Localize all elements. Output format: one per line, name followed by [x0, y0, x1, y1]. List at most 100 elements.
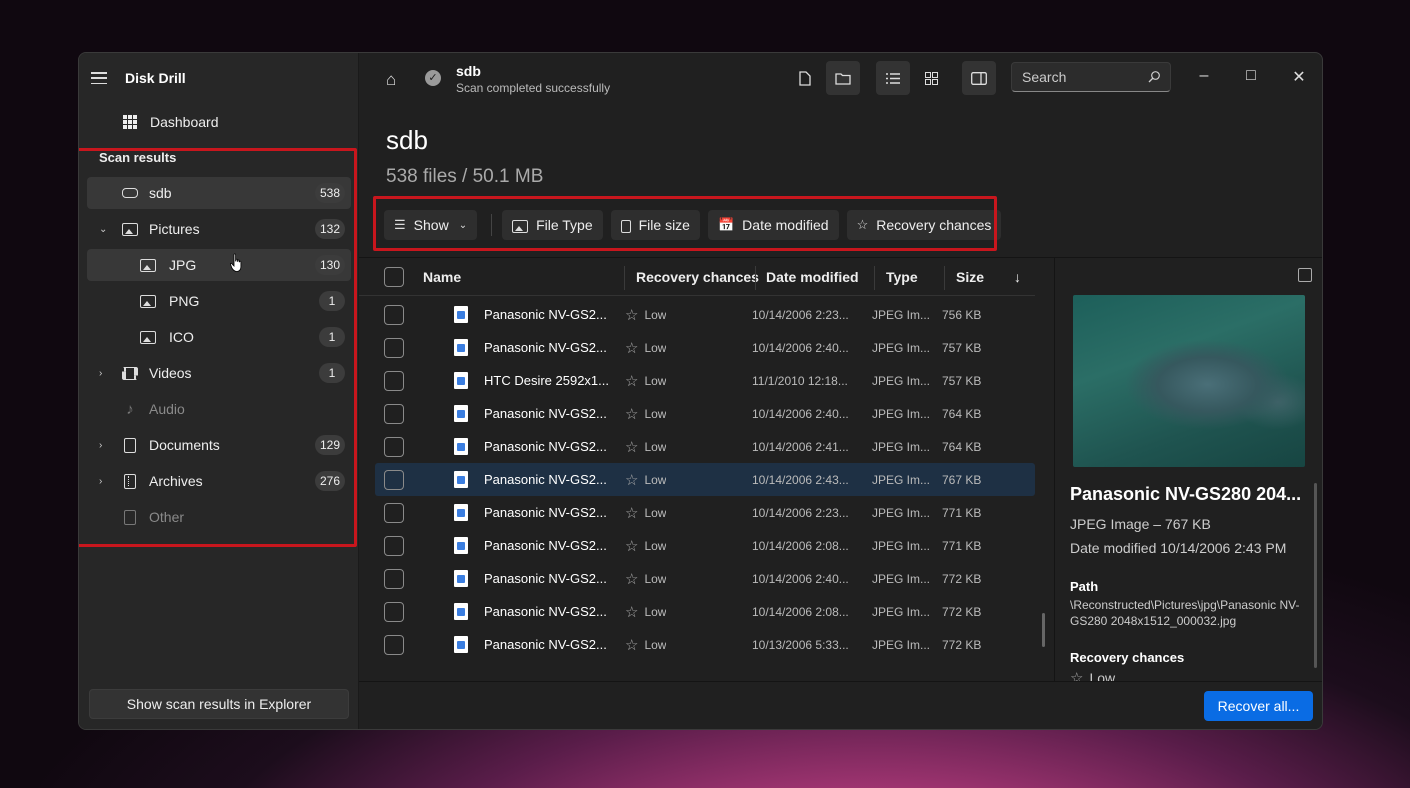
- date-modified: 10/13/2006 5:33...: [752, 637, 849, 652]
- recover-all-button[interactable]: Recover all...: [1204, 691, 1313, 721]
- file-summary: 538 files / 50.1 MB: [386, 166, 544, 187]
- preview-panel-toggle[interactable]: [962, 61, 996, 95]
- preview-scrollbar[interactable]: [1314, 483, 1317, 668]
- star-icon: ☆: [625, 405, 639, 423]
- show-in-explorer-button[interactable]: Show scan results in Explorer: [89, 689, 349, 719]
- star-icon: ☆: [625, 438, 639, 456]
- chevron-right-icon[interactable]: ›: [99, 368, 109, 379]
- table-row[interactable]: Panasonic NV-GS2... ☆ Low 10/14/2006 2:23..…: [375, 496, 1035, 529]
- dashboard-nav-item[interactable]: Dashboard: [123, 111, 219, 133]
- file-size-filter-button[interactable]: File size: [610, 210, 700, 240]
- main-panel: ⌂ ✓ sdb Scan completed successfully Sear…: [359, 53, 1322, 729]
- home-icon[interactable]: ⌂: [386, 70, 396, 90]
- grid-view-button[interactable]: [914, 61, 948, 95]
- recovery-cell: ☆ Low: [625, 595, 666, 628]
- row-checkbox[interactable]: [384, 628, 404, 661]
- jpeg-file-icon: [454, 529, 468, 562]
- row-checkbox[interactable]: [384, 430, 404, 463]
- tree-item-label: Documents: [149, 437, 220, 453]
- jpeg-file-icon: [454, 496, 468, 529]
- table-row[interactable]: Panasonic NV-GS2... ☆ Low 10/13/2006 5:33..…: [375, 628, 1035, 661]
- tree-item-archives[interactable]: › Archives 276: [87, 465, 351, 497]
- column-separator: [874, 266, 875, 290]
- chevron-right-icon[interactable]: ›: [99, 440, 109, 451]
- column-recovery-chances[interactable]: Recovery chances: [636, 258, 759, 296]
- sort-descending-icon[interactable]: ↓: [1014, 258, 1021, 296]
- row-checkbox[interactable]: [384, 397, 404, 430]
- file-type: JPEG Im...: [872, 406, 931, 421]
- tree-item-other[interactable]: Other: [87, 501, 351, 533]
- row-checkbox[interactable]: [384, 331, 404, 364]
- search-box[interactable]: [1011, 62, 1171, 92]
- recovery-cell: ☆ Low: [625, 496, 666, 529]
- tree-item-videos[interactable]: › Videos 1: [87, 357, 351, 389]
- tree-item-audio[interactable]: ♪ Audio: [87, 393, 351, 425]
- open-external-icon[interactable]: [1298, 268, 1312, 282]
- recovery-chances-filter-button[interactable]: ☆ Recovery chances: [846, 210, 1002, 240]
- maximize-icon[interactable]: □: [1241, 67, 1261, 85]
- table-row[interactable]: Panasonic NV-GS2... ☆ Low 10/14/2006 2:08..…: [375, 529, 1035, 562]
- row-checkbox[interactable]: [384, 496, 404, 529]
- star-icon: ☆: [625, 372, 639, 390]
- row-checkbox[interactable]: [384, 298, 404, 331]
- row-checkbox[interactable]: [384, 562, 404, 595]
- row-checkbox[interactable]: [384, 463, 404, 496]
- chevron-down-icon[interactable]: ⌄: [99, 224, 109, 235]
- tree-item-pictures[interactable]: ⌄ Pictures 132: [87, 213, 351, 245]
- column-separator: [624, 266, 625, 290]
- table-row[interactable]: Panasonic NV-GS2... ☆ Low 10/14/2006 2:08..…: [375, 595, 1035, 628]
- table-row[interactable]: Panasonic NV-GS2... ☆ Low 10/14/2006 2:40..…: [375, 562, 1035, 595]
- jpeg-file-icon: [454, 397, 468, 430]
- row-checkbox[interactable]: [384, 529, 404, 562]
- folder-view-button[interactable]: [826, 61, 860, 95]
- row-checkbox[interactable]: [384, 364, 404, 397]
- mouse-pointer-icon: [230, 253, 242, 272]
- recovery-value: Low: [644, 604, 667, 619]
- show-filter-button[interactable]: ☰ Show ⌄: [384, 210, 478, 240]
- sliders-icon: ☰: [394, 217, 406, 232]
- table-row[interactable]: Panasonic NV-GS2... ☆ Low 10/14/2006 2:40..…: [375, 331, 1035, 364]
- date-modified-filter-button[interactable]: 📅 Date modified: [707, 210, 839, 240]
- close-icon[interactable]: ✕: [1289, 67, 1309, 87]
- table-row[interactable]: Panasonic NV-GS2... ☆ Low 10/14/2006 2:23..…: [375, 298, 1035, 331]
- table-row[interactable]: Panasonic NV-GS2... ☆ Low 10/14/2006 2:43..…: [375, 463, 1035, 496]
- select-all-checkbox[interactable]: [384, 258, 404, 296]
- tree-item-label: Pictures: [149, 221, 200, 237]
- date-modified: 10/14/2006 2:08...: [752, 538, 849, 553]
- count-badge: 276: [314, 471, 345, 491]
- chevron-right-icon[interactable]: ›: [99, 476, 109, 487]
- tree-item-ico[interactable]: ICO 1: [87, 321, 351, 353]
- column-type[interactable]: Type: [886, 258, 918, 296]
- jpeg-file-icon: [454, 463, 468, 496]
- file-type: JPEG Im...: [872, 373, 931, 388]
- tree-item-documents[interactable]: › Documents 129: [87, 429, 351, 461]
- star-icon: ☆: [625, 603, 639, 621]
- column-date-modified[interactable]: Date modified: [766, 258, 859, 296]
- image-icon: [139, 258, 157, 272]
- minimize-icon[interactable]: –: [1194, 67, 1214, 85]
- recovery-chances-label: Recovery chances: [876, 217, 992, 233]
- tree-item-sdb[interactable]: sdb 538: [87, 177, 351, 209]
- file-size: 764 KB: [942, 406, 982, 421]
- table-scrollbar[interactable]: [1042, 613, 1045, 647]
- search-input[interactable]: [1022, 69, 1132, 85]
- file-type-filter-button[interactable]: File Type: [502, 210, 603, 240]
- tree-item-label: Other: [149, 509, 185, 525]
- row-checkbox[interactable]: [384, 595, 404, 628]
- file-view-button[interactable]: [788, 61, 822, 95]
- star-icon: ☆: [625, 339, 639, 357]
- date-modified: 10/14/2006 2:40...: [752, 571, 849, 586]
- hamburger-menu-icon[interactable]: [91, 72, 107, 84]
- tree-item-jpg[interactable]: JPG 130: [87, 249, 351, 281]
- table-row[interactable]: Panasonic NV-GS2... ☆ Low 10/14/2006 2:41..…: [375, 430, 1035, 463]
- date-modified-label: Date modified: [742, 217, 829, 233]
- table-row[interactable]: HTC Desire 2592x1... ☆ Low 11/1/2010 12:18.…: [375, 364, 1035, 397]
- column-name[interactable]: Name: [423, 258, 461, 296]
- recovery-value: Low: [644, 340, 667, 355]
- table-row[interactable]: Panasonic NV-GS2... ☆ Low 10/14/2006 2:40..…: [375, 397, 1035, 430]
- list-view-button[interactable]: [876, 61, 910, 95]
- file-size: 767 KB: [942, 472, 982, 487]
- app-name: Disk Drill: [125, 70, 186, 86]
- tree-item-png[interactable]: PNG 1: [87, 285, 351, 317]
- column-size[interactable]: Size: [956, 258, 984, 296]
